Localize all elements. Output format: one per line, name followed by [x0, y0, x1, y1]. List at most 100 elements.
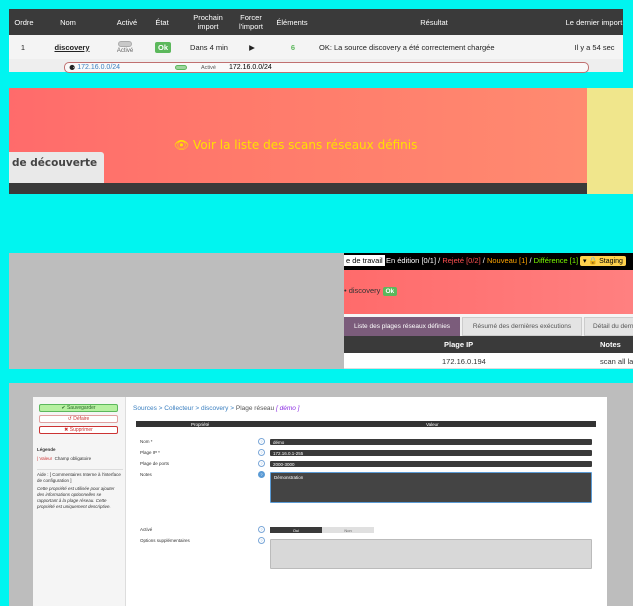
reset-button[interactable]: ↺ Défaire: [39, 415, 118, 423]
header-last-import[interactable]: Le dernier import: [565, 9, 623, 35]
range-link-text[interactable]: 172.16.0.0/24: [77, 64, 120, 71]
header-active[interactable]: Activé: [109, 9, 145, 35]
discovery-link[interactable]: discovery: [53, 35, 91, 59]
tab-last-detail[interactable]: Détail du derni: [584, 317, 633, 336]
crumb-range: Plage réseau: [235, 405, 275, 412]
help-icon[interactable]: ?: [258, 526, 265, 533]
discovery-crumb: • discovery Ok: [344, 286, 398, 296]
header-force-import: Forcer l'import: [239, 13, 263, 31]
row-ip-range[interactable]: 172.16.0.194: [442, 353, 486, 369]
workspace-topbar: e de travail En édition [0/1] / Rejeté […: [344, 253, 633, 270]
active-yes-option[interactable]: Oui: [270, 527, 322, 533]
active-label: Activé: [116, 47, 134, 54]
header-value: Valeur: [426, 421, 439, 427]
header-result[interactable]: Résultat: [309, 9, 559, 35]
subrow-toggle-icon[interactable]: [175, 63, 187, 72]
staging-button[interactable]: ▾ 🔒 Staging: [580, 256, 626, 266]
range-list-view: e de travail En édition [0/1] / Rejeté […: [344, 253, 633, 369]
delete-button[interactable]: ✖ Supprimer: [39, 426, 118, 434]
result-text: OK: La source discovery a été correcteme…: [319, 42, 495, 52]
crumb-label[interactable]: discovery: [349, 286, 381, 295]
network-range-link[interactable]: ⚈ 172.16.0.0/24: [69, 63, 120, 72]
help-icon[interactable]: ?: [258, 471, 265, 478]
ports-label: Plage de ports: [140, 461, 170, 466]
tab-bar: Liste des plages réseaux définies Résumé…: [344, 317, 633, 336]
discovery-tab[interactable]: de découverte: [9, 152, 104, 174]
play-icon[interactable]: ▶: [244, 35, 260, 59]
name-field[interactable]: démo: [270, 439, 592, 445]
subrow-range-value: 172.16.0.0/24: [229, 64, 272, 71]
header-property: Propriété: [191, 421, 210, 427]
notes-field[interactable]: Démonstration: [270, 472, 592, 503]
collector-table-header: Ordre Nom Activé État Prochain import Fo…: [9, 9, 623, 35]
ports-field[interactable]: 2000-3000: [270, 461, 592, 467]
legend-field: | Valeur: [37, 456, 53, 461]
new-status[interactable]: Nouveau [1]: [487, 256, 527, 265]
editing-status[interactable]: En édition [0/1]: [386, 256, 436, 265]
header-state[interactable]: État: [151, 9, 173, 35]
discovery-tab-base: [9, 174, 104, 183]
form-sidebar: ✔ Sauvegarder ↺ Défaire ✖ Supprimer Lége…: [33, 397, 126, 606]
discovery-banner-panel: 👁 Voir la liste des scans réseaux défini…: [9, 88, 633, 194]
range-table-header: Plage IP Notes: [344, 336, 633, 353]
range-list-panel: e de travail En édition [0/1] / Rejeté […: [9, 253, 633, 369]
active-label: Activé: [140, 527, 153, 532]
header-elements[interactable]: Éléments: [274, 9, 310, 35]
table-row[interactable]: 172.16.0.194 scan all la: [344, 353, 633, 369]
breadcrumb: Sources > Collecteur > discovery > Plage…: [133, 405, 299, 412]
crumb-sources[interactable]: Sources: [133, 405, 157, 412]
help-icon[interactable]: ?: [258, 460, 265, 467]
legend-entry: | Valeur Champ obligatoire: [37, 456, 91, 462]
range-form-panel: ✔ Sauvegarder ↺ Défaire ✖ Supprimer Lége…: [9, 383, 633, 606]
header-next-import[interactable]: Prochain import: [187, 9, 229, 35]
legend-title: Légende: [37, 447, 56, 452]
subrow-active-label: Activé: [201, 64, 216, 71]
form-header: Propriété Valeur: [136, 421, 596, 427]
row-order: 1: [20, 42, 26, 52]
view-scans-link[interactable]: 👁 Voir la liste des scans réseaux défini…: [174, 138, 417, 152]
active-no-option[interactable]: Non: [322, 527, 374, 533]
banner-bottom-bar: [9, 183, 587, 194]
help-icon[interactable]: ?: [258, 449, 265, 456]
header-name[interactable]: Nom: [49, 9, 87, 35]
save-button[interactable]: ✔ Sauvegarder: [39, 404, 118, 412]
crumb-discovery[interactable]: discovery: [201, 405, 228, 412]
banner-side: [587, 88, 633, 194]
collector-panel: Ordre Nom Activé État Prochain import Fo…: [0, 0, 633, 73]
header-notes[interactable]: Notes: [600, 336, 621, 353]
collector-header: • discovery Ok: [344, 270, 633, 314]
network-range-subrow[interactable]: ⚈ 172.16.0.0/24 Activé 172.16.0.0/24: [64, 62, 589, 73]
tab-last-runs[interactable]: Résumé des dernières exécutions: [462, 317, 582, 336]
form-main: Sources > Collecteur > discovery > Plage…: [133, 397, 607, 606]
workspace-button[interactable]: e de travail: [344, 255, 385, 266]
toggle-switch-icon[interactable]: [118, 40, 132, 47]
active-toggle[interactable]: Activé: [111, 35, 139, 59]
crumb-sep: >: [228, 405, 236, 412]
header-order[interactable]: Ordre: [9, 9, 39, 35]
table-row[interactable]: 1 discovery Activé Ok Dans 4 min ▶ 6 OK:…: [9, 35, 623, 59]
extra-options-field[interactable]: [270, 539, 592, 569]
ok-badge: Ok: [154, 41, 171, 53]
range-form-window: ✔ Sauvegarder ↺ Défaire ✖ Supprimer Lége…: [33, 397, 607, 606]
active-toggle[interactable]: Oui Non: [270, 527, 374, 533]
name-label: Nom *: [140, 439, 153, 444]
tab-range-list[interactable]: Liste des plages réseaux définies: [344, 317, 460, 336]
status-summary[interactable]: En édition [0/1] / Rejeté [0/2] / Nouvea…: [386, 256, 578, 265]
status-badge: Ok: [152, 35, 174, 59]
header-ip-range[interactable]: Plage IP: [444, 336, 473, 353]
help-icon[interactable]: ?: [258, 537, 265, 544]
collector-table: Ordre Nom Activé État Prochain import Fo…: [9, 9, 623, 73]
ok-badge: Ok: [382, 287, 398, 296]
help-icon[interactable]: ?: [258, 438, 265, 445]
diff-status[interactable]: Différence [1]: [534, 256, 578, 265]
crumb-collector[interactable]: Collecteur: [164, 405, 193, 412]
lock-icon: 🔒: [588, 258, 598, 265]
rejected-status[interactable]: Rejeté [0/2]: [442, 256, 480, 265]
ip-range-field[interactable]: 172.16.0.1-255: [270, 450, 592, 456]
elements-count[interactable]: 6: [287, 35, 299, 59]
overlay-area: [9, 253, 344, 369]
extra-options-label: Options supplémentaires: [140, 538, 190, 543]
plug-icon: ⚈: [69, 64, 76, 72]
ip-label: Plage IP *: [140, 450, 160, 455]
last-import-value: Il y a 54 sec: [574, 42, 615, 52]
